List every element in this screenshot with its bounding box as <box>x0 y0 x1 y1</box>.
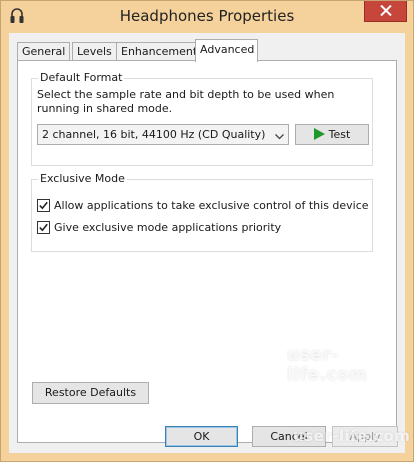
default-format-description: Select the sample rate and bit depth to … <box>37 88 335 115</box>
test-button-label: Test <box>328 128 351 141</box>
exclusive-control-label: Allow applications to take exclusive con… <box>54 199 369 212</box>
default-format-group: Default Format Select the sample rate an… <box>31 71 373 166</box>
exclusive-mode-label: Exclusive Mode <box>38 172 127 185</box>
title-bar[interactable]: Headphones Properties <box>1 1 413 33</box>
exclusive-priority-checkbox[interactable] <box>37 221 50 234</box>
ok-button[interactable]: OK <box>165 426 238 447</box>
sample-format-select[interactable]: 2 channel, 16 bit, 44100 Hz (CD Quality) <box>37 124 289 145</box>
exclusive-control-checkbox[interactable] <box>37 199 50 212</box>
tab-levels[interactable]: Levels <box>72 42 117 60</box>
tab-general[interactable]: General <box>17 42 71 60</box>
exclusive-mode-group: Exclusive Mode Allow applications to tak… <box>31 172 373 252</box>
watermark-text-bottom: user-life.com <box>293 427 411 445</box>
watermark-text: user-life.com <box>287 345 368 385</box>
dialog-client-area: General Levels Enhancements Advanced Def… <box>9 33 405 453</box>
sample-format-value: 2 channel, 16 bit, 44100 Hz (CD Quality) <box>42 128 266 141</box>
test-button[interactable]: Test <box>295 124 369 145</box>
default-format-label: Default Format <box>38 71 125 84</box>
play-icon <box>313 127 325 146</box>
restore-defaults-button[interactable]: Restore Defaults <box>32 382 149 404</box>
close-icon <box>380 5 392 16</box>
window-title: Headphones Properties <box>119 7 295 25</box>
tab-advanced[interactable]: Advanced <box>195 39 258 62</box>
checkmark-icon <box>39 201 48 210</box>
close-button[interactable] <box>364 1 407 22</box>
exclusive-priority-label: Give exclusive mode applications priorit… <box>54 221 282 234</box>
checkmark-icon <box>39 223 48 232</box>
chevron-down-icon <box>275 130 284 143</box>
properties-window: Headphones Properties General Levels Enh… <box>0 0 414 462</box>
